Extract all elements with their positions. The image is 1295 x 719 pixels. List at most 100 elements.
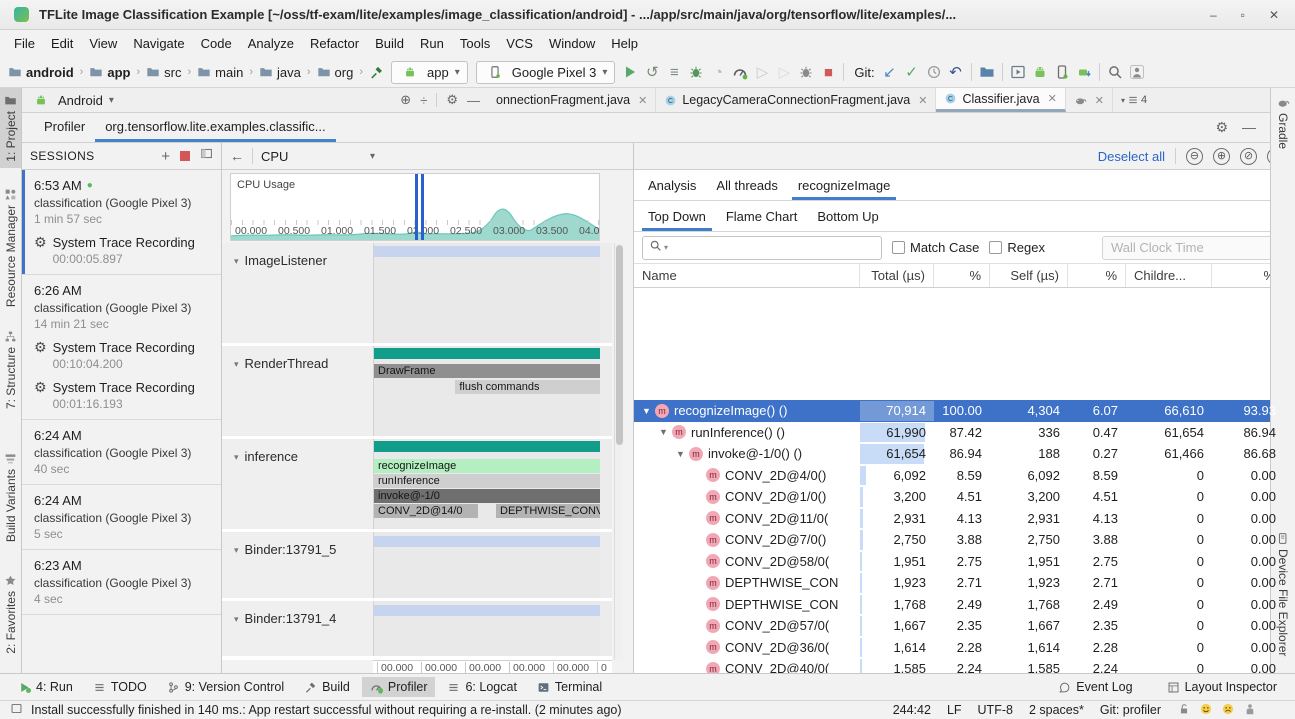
- editor-tab[interactable]: onnectionFragment.java✕: [488, 88, 656, 112]
- table-row[interactable]: mDEPTHWISE_CON1,7682.491,7682.4900.00: [634, 594, 1292, 616]
- thread-name-label[interactable]: ▾Binder:13791_4: [222, 601, 373, 656]
- column-header[interactable]: Childre...: [1126, 264, 1212, 287]
- trace-recording-item[interactable]: ⚙System Trace Recording00:00:05.897: [34, 235, 213, 266]
- locate-file-icon[interactable]: ⊕: [400, 92, 411, 108]
- frown-icon[interactable]: [1221, 702, 1235, 719]
- stop-session-button[interactable]: [180, 151, 190, 161]
- menu-item-analyze[interactable]: Analyze: [240, 33, 302, 54]
- thread-state-bar[interactable]: [374, 246, 600, 257]
- thread-track[interactable]: ▾Binder:13791_5: [222, 532, 612, 598]
- menu-item-run[interactable]: Run: [412, 33, 452, 54]
- lock-icon[interactable]: [1177, 702, 1191, 719]
- collapse-sessions-icon[interactable]: [200, 147, 213, 165]
- thread-track-content[interactable]: DrawFrame flush commands: [373, 346, 600, 436]
- checkbox-icon[interactable]: [989, 241, 1002, 254]
- match-case-checkbox[interactable]: Match Case: [892, 240, 979, 255]
- tool-window-button--run[interactable]: 4: Run: [10, 677, 81, 697]
- zoom-out-icon[interactable]: ⊖: [1186, 148, 1203, 165]
- menu-item-help[interactable]: Help: [603, 33, 646, 54]
- debug-button[interactable]: [685, 61, 707, 83]
- apply-changes-button[interactable]: ↺: [641, 61, 663, 83]
- regex-checkbox[interactable]: Regex: [989, 240, 1045, 255]
- menu-item-file[interactable]: File: [6, 33, 43, 54]
- smile-icon[interactable]: [1199, 702, 1213, 719]
- profiler-window-tab[interactable]: org.tensorflow.lite.examples.classific..…: [95, 113, 335, 142]
- trace-event-bar[interactable]: DrawFrame: [374, 364, 600, 378]
- table-row[interactable]: mDEPTHWISE_CON1,9232.711,9232.7100.00: [634, 572, 1292, 594]
- git-branch[interactable]: Git: profiler: [1100, 703, 1161, 717]
- trace-event-bar[interactable]: flush commands: [455, 380, 600, 394]
- zoom-in-icon[interactable]: ⊕: [1213, 148, 1230, 165]
- thread-name-label[interactable]: ▾Binder:13791_5: [222, 532, 373, 598]
- device-select[interactable]: Google Pixel 3 ▾: [476, 61, 616, 84]
- deselect-all-link[interactable]: Deselect all: [1098, 149, 1165, 164]
- caret-position[interactable]: 244:42: [893, 703, 931, 717]
- menu-item-window[interactable]: Window: [541, 33, 603, 54]
- sidebar-item-gradle[interactable]: Gradle: [1271, 90, 1295, 155]
- reset-zoom-icon[interactable]: ⊘: [1240, 148, 1257, 165]
- profile-avatar[interactable]: [1126, 61, 1148, 83]
- thread-track-content[interactable]: recognizeImagerunInferenceinvoke@-1/0CON…: [373, 439, 600, 529]
- table-row[interactable]: mCONV_2D@40/0(1,5852.241,5852.2400.00: [634, 658, 1292, 673]
- sidebar-item--favorites[interactable]: 2: Favorites: [0, 568, 21, 660]
- breadcrumb-item[interactable]: src: [164, 65, 181, 80]
- thread-name-label[interactable]: ▾ImageListener: [222, 243, 373, 343]
- cpu-usage-track[interactable]: CPU Usage 00.00000.50001.00001.50002.000…: [230, 173, 600, 241]
- project-panel-header[interactable]: Android ▾ ⊕ ÷ ⚙ —: [22, 88, 488, 112]
- trace-event-bar[interactable]: runInference: [374, 474, 600, 488]
- menu-item-navigate[interactable]: Navigate: [125, 33, 192, 54]
- thread-state-bar[interactable]: [374, 441, 600, 452]
- expand-arrow-icon[interactable]: ▼: [642, 406, 655, 416]
- breadcrumb-item[interactable]: main: [215, 65, 243, 80]
- tool-window-button-profiler[interactable]: Profiler: [362, 677, 436, 697]
- menu-item-edit[interactable]: Edit: [43, 33, 81, 54]
- run-disabled-icon[interactable]: ▷: [751, 61, 773, 83]
- new-session-button[interactable]: +: [161, 148, 170, 165]
- sidebar-item-resource-manager[interactable]: Resource Manager: [0, 182, 21, 313]
- tool-window-button-layout-inspector[interactable]: Layout Inspector: [1159, 677, 1285, 697]
- close-window-button[interactable]: ✕: [1269, 8, 1279, 22]
- device-explorer-button[interactable]: [1051, 61, 1073, 83]
- menu-item-vcs[interactable]: VCS: [498, 33, 541, 54]
- git-history-button[interactable]: [923, 61, 945, 83]
- breadcrumb-item[interactable]: app: [107, 65, 130, 80]
- menu-item-code[interactable]: Code: [193, 33, 240, 54]
- search-input[interactable]: ▾: [642, 236, 882, 260]
- expand-arrow-icon[interactable]: ▼: [676, 449, 689, 459]
- analysis-tab[interactable]: All threads: [706, 170, 787, 200]
- tool-window-button--version-control[interactable]: 9: Version Control: [159, 677, 292, 697]
- thread-name-label[interactable]: ▾inference: [222, 439, 373, 529]
- thread-track[interactable]: ▾ImageListener: [222, 243, 612, 343]
- column-header[interactable]: %: [934, 264, 990, 287]
- table-row[interactable]: ▼mrunInference() ()61,99087.423360.4761,…: [634, 422, 1292, 444]
- trace-recording-item[interactable]: ⚙System Trace Recording00:01:16.193: [34, 380, 213, 411]
- editor-tab[interactable]: CLegacyCameraConnectionFragment.java✕: [656, 88, 936, 112]
- analysis-subtab[interactable]: Bottom Up: [807, 201, 888, 231]
- stop-button[interactable]: ■: [817, 61, 839, 83]
- profiler-mode-select[interactable]: CPU ▾: [261, 149, 381, 164]
- tool-window-button--logcat[interactable]: 6: Logcat: [439, 677, 524, 697]
- git-commit-button[interactable]: ✓: [901, 61, 923, 83]
- thread-track[interactable]: ▾inferencerecognizeImagerunInferenceinvo…: [222, 439, 612, 529]
- minimize-window-button[interactable]: –: [1210, 8, 1217, 22]
- window-icon[interactable]: [10, 702, 23, 718]
- column-header[interactable]: Total (µs): [860, 264, 934, 287]
- session-item[interactable]: 6:24 AMclassification (Google Pixel 3)5 …: [22, 485, 221, 550]
- menu-item-build[interactable]: Build: [367, 33, 412, 54]
- indent-style[interactable]: 2 spaces*: [1029, 703, 1084, 717]
- session-item[interactable]: 6:24 AMclassification (Google Pixel 3)40…: [22, 420, 221, 485]
- device-manager-button[interactable]: [1029, 61, 1051, 83]
- method-filter-field[interactable]: [670, 241, 875, 255]
- checkbox-icon[interactable]: [892, 241, 905, 254]
- thread-state-bar[interactable]: [374, 348, 600, 359]
- tool-window-button-build[interactable]: Build: [296, 677, 358, 697]
- analysis-subtab[interactable]: Top Down: [638, 201, 716, 231]
- selection-range-start[interactable]: [415, 174, 418, 240]
- hidden-tabs-dropdown[interactable]: ▾4: [1113, 88, 1155, 112]
- column-header[interactable]: %: [1068, 264, 1126, 287]
- back-arrow-icon[interactable]: ←: [230, 148, 244, 164]
- table-row[interactable]: ▼mrecognizeImage() ()70,914100.004,3046.…: [634, 400, 1292, 422]
- attach-debugger-button[interactable]: [795, 61, 817, 83]
- table-row[interactable]: mCONV_2D@11/0(2,9314.132,9314.1300.00: [634, 508, 1292, 530]
- git-update-button[interactable]: ↙: [879, 61, 901, 83]
